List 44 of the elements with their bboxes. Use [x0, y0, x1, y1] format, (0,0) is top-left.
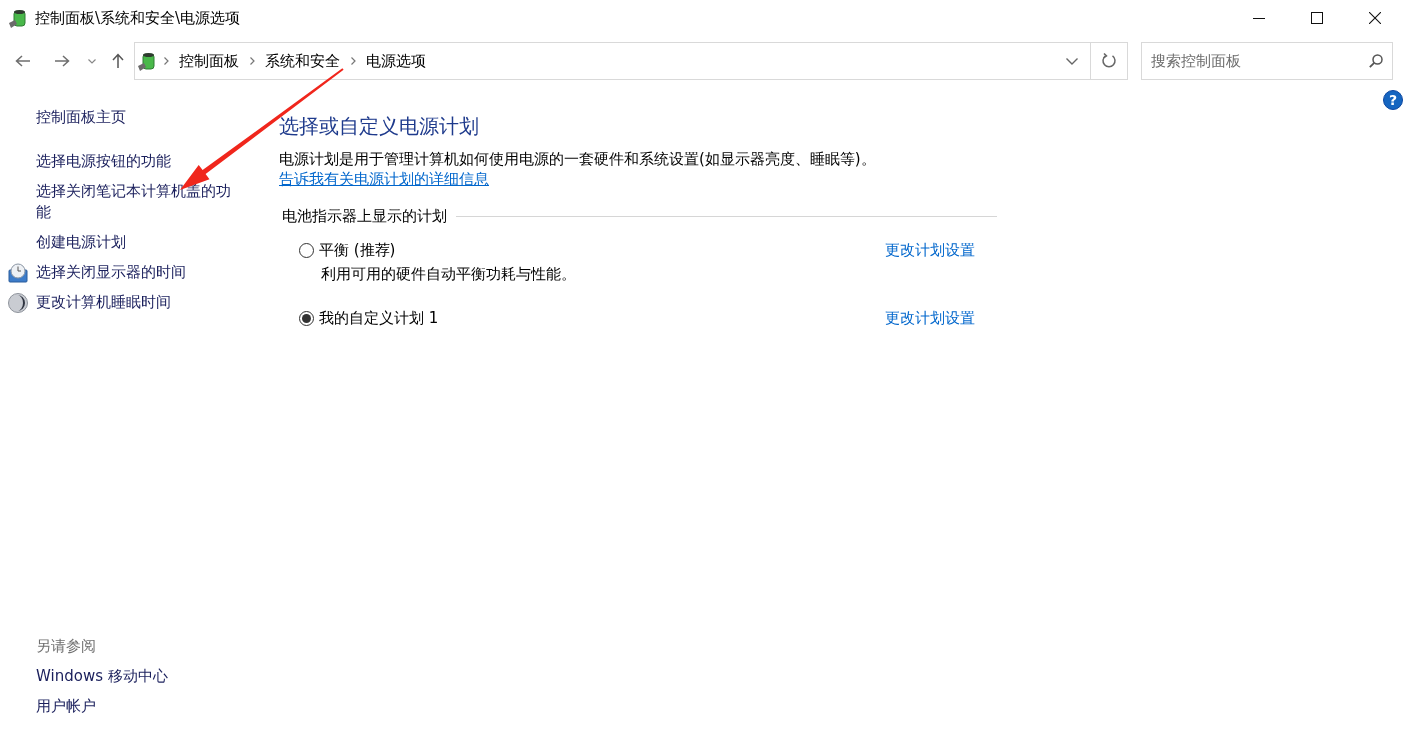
section-heading: 电池指示器上显示的计划 [281, 206, 447, 226]
sidebar-link[interactable]: 选择关闭显示器的时间 [8, 262, 186, 283]
page-title: 选择或自定义电源计划 [279, 113, 480, 140]
chevron-right-icon[interactable] [351, 57, 356, 65]
chevron-down-icon [1066, 57, 1078, 65]
battery-icon [8, 7, 28, 29]
change-plan-settings-link[interactable]: 更改计划设置 [885, 240, 975, 260]
monitor-clock-icon [8, 262, 28, 283]
sidebar-link[interactable]: 更改计算机睡眠时间 [8, 292, 171, 313]
plan-name: 我的自定义计划 1 [319, 308, 439, 328]
sidebar-link[interactable]: 选择电源按钮的功能 [36, 151, 171, 172]
description-text: 电源计划是用于管理计算机如何使用电源的一套硬件和系统设置(如显示器亮度、睡眠等)。 告诉我有关电源计划的详细信息 [279, 149, 877, 189]
plan-name: 平衡 (推荐) [319, 240, 396, 260]
chevron-down-icon [88, 58, 96, 64]
moon-icon [8, 292, 28, 313]
address-bar[interactable]: 控制面板 系统和安全 电源选项 [134, 42, 1128, 80]
search-icon[interactable] [1369, 54, 1383, 68]
forward-arrow-icon [54, 55, 70, 67]
change-plan-settings-link[interactable]: 更改计划设置 [885, 308, 975, 328]
chevron-right-icon[interactable] [250, 57, 255, 65]
battery-icon [137, 50, 157, 72]
minimize-icon [1253, 17, 1265, 19]
breadcrumb-item[interactable]: 电源选项 [362, 51, 430, 71]
help-button[interactable]: ? [1383, 90, 1403, 110]
breadcrumb-item[interactable]: 控制面板 [175, 51, 243, 71]
sidebar-link[interactable]: 控制面板主页 [36, 107, 126, 127]
up-arrow-icon [112, 53, 124, 69]
refresh-icon [1101, 53, 1117, 69]
see-also-link[interactable]: 用户帐户 [36, 696, 96, 716]
learn-more-link[interactable]: 告诉我有关电源计划的详细信息 [279, 170, 489, 188]
breadcrumb-item[interactable]: 系统和安全 [261, 51, 344, 71]
radio-button[interactable] [299, 310, 314, 326]
close-icon [1369, 12, 1381, 24]
see-also-heading: 另请参阅 [36, 636, 96, 656]
sidebar-link[interactable]: 创建电源计划 [36, 232, 126, 253]
chevron-right-icon[interactable] [164, 57, 169, 65]
plan-description: 利用可用的硬件自动平衡功耗与性能。 [321, 264, 577, 284]
sidebar-link[interactable]: 选择关闭笔记本计算机盖的功能 [36, 181, 236, 223]
radio-button[interactable] [299, 242, 314, 258]
back-arrow-icon [15, 55, 31, 67]
search-field[interactable]: 搜索控制面板 [1141, 42, 1393, 80]
window-title: 控制面板\系统和安全\电源选项 [35, 8, 241, 28]
maximize-icon [1311, 12, 1323, 24]
see-also-link[interactable]: Windows 移动中心 [36, 666, 168, 686]
